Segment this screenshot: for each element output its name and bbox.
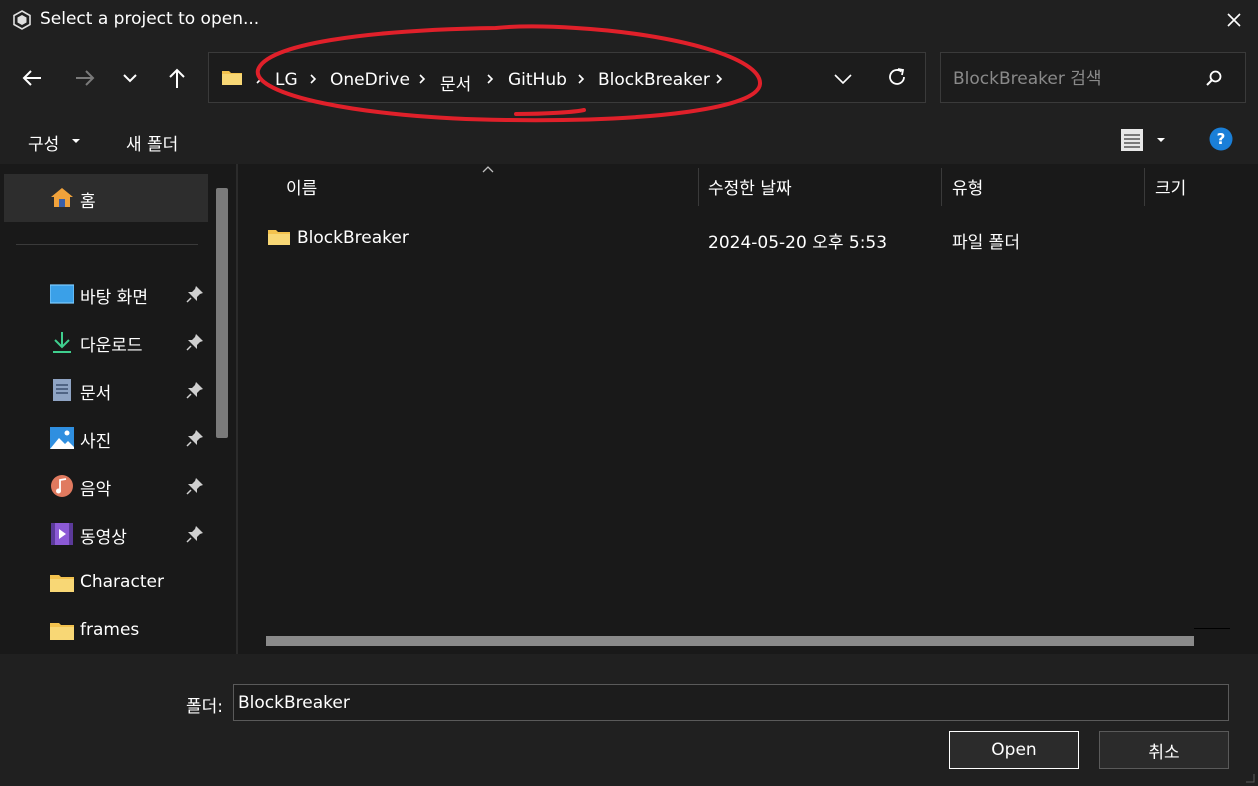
- sidebar-item-label: 다운로드: [80, 336, 143, 356]
- sidebar-item-documents[interactable]: 문서: [4, 366, 208, 414]
- cancel-button[interactable]: 취소: [1099, 731, 1229, 769]
- chevron-down-icon: [123, 74, 137, 83]
- file-modified: 2024-05-20 오후 5:53: [708, 233, 888, 253]
- unity-app-icon: [12, 10, 32, 30]
- svg-text:?: ?: [1217, 130, 1226, 148]
- address-history-button[interactable]: [833, 70, 855, 86]
- sidebar-item-label: 음악: [80, 480, 112, 500]
- scroll-corner: [1194, 628, 1230, 629]
- file-name: BlockBreaker: [297, 228, 409, 248]
- organize-menu-button[interactable]: 구성: [20, 118, 86, 164]
- search-box[interactable]: [940, 52, 1246, 103]
- caret-down-icon: [1157, 138, 1165, 142]
- column-separator[interactable]: [1144, 168, 1145, 206]
- address-bar[interactable]: LG OneDrive 문서 GitHub BlockBreaker: [208, 52, 926, 103]
- pin-icon[interactable]: [186, 477, 204, 495]
- new-folder-button[interactable]: 새 폴더: [114, 118, 194, 164]
- sidebar-item-label: frames: [80, 620, 140, 640]
- documents-icon: [53, 379, 71, 401]
- folder-label: 폴더:: [186, 697, 224, 717]
- music-icon: [51, 475, 73, 497]
- breadcrumb-documents[interactable]: 문서: [440, 70, 471, 95]
- recent-locations-button[interactable]: [112, 60, 148, 96]
- close-window-button[interactable]: [1218, 4, 1250, 36]
- download-icon: [53, 332, 71, 353]
- sidebar-item-home[interactable]: 홈: [4, 174, 208, 222]
- sidebar-item-videos[interactable]: 동영상: [4, 510, 208, 558]
- search-input[interactable]: [951, 65, 1205, 93]
- arrow-up-icon: [169, 68, 185, 88]
- column-header-modified[interactable]: 수정한 날짜: [708, 174, 792, 199]
- folder-icon: [50, 575, 74, 592]
- sidebar-item-frames[interactable]: frames: [4, 607, 208, 655]
- sidebar-item-downloads[interactable]: 다운로드: [4, 318, 208, 366]
- sidebar-item-music[interactable]: 음악: [4, 462, 208, 510]
- open-button[interactable]: Open: [949, 731, 1079, 769]
- cancel-button-label: 취소: [1148, 742, 1180, 763]
- chevron-right-icon[interactable]: [306, 72, 320, 86]
- sidebar-item-label: 사진: [80, 432, 112, 452]
- new-folder-label: 새 폴더: [126, 135, 179, 155]
- sidebar-item-label: 문서: [80, 384, 112, 404]
- file-type: 파일 폴더: [952, 233, 1020, 253]
- pictures-icon: [50, 427, 74, 449]
- back-button[interactable]: [14, 60, 50, 96]
- sidebar-item-label: 바탕 화면: [80, 288, 148, 308]
- column-header-name[interactable]: 이름: [286, 174, 317, 199]
- breadcrumb-blockbreaker[interactable]: BlockBreaker: [598, 70, 710, 90]
- desktop-icon: [50, 284, 74, 304]
- refresh-icon: [889, 68, 905, 85]
- resize-grip-icon[interactable]: [1242, 770, 1256, 784]
- pin-icon[interactable]: [186, 525, 204, 543]
- close-icon: [1227, 13, 1241, 27]
- pin-icon[interactable]: [186, 381, 204, 399]
- forward-button[interactable]: [67, 60, 103, 96]
- sidebar-item-label: Character: [80, 572, 164, 592]
- chevron-right-icon[interactable]: [712, 72, 726, 86]
- help-button[interactable]: ?: [1209, 127, 1233, 151]
- horizontal-scrollbar-thumb[interactable]: [266, 636, 1194, 646]
- sidebar-item-label: 홈: [80, 192, 96, 212]
- breadcrumb-onedrive[interactable]: OneDrive: [330, 70, 410, 90]
- chevron-right-icon[interactable]: [483, 72, 497, 86]
- folder-name-field[interactable]: [233, 684, 1229, 721]
- arrow-left-icon: [22, 70, 41, 86]
- sidebar-item-desktop[interactable]: 바탕 화면: [4, 270, 208, 318]
- help-icon: ?: [1209, 127, 1233, 151]
- folder-icon: [268, 230, 290, 245]
- column-separator[interactable]: [698, 168, 699, 206]
- column-header-size[interactable]: 크기: [1155, 174, 1186, 199]
- sidebar-scrollbar-thumb[interactable]: [216, 188, 228, 438]
- videos-icon: [51, 523, 73, 545]
- sidebar-item-pictures[interactable]: 사진: [4, 414, 208, 462]
- sidebar-item-label: 동영상: [80, 528, 127, 548]
- chevron-right-icon[interactable]: [574, 72, 588, 86]
- up-button[interactable]: [159, 60, 195, 96]
- chevron-down-icon: [834, 74, 852, 85]
- breadcrumb-lg[interactable]: LG: [275, 70, 298, 90]
- refresh-button[interactable]: [886, 66, 910, 90]
- window-title: Select a project to open...: [40, 9, 260, 29]
- search-icon: [1205, 69, 1223, 92]
- folder-icon: [50, 623, 74, 640]
- column-header-type[interactable]: 유형: [952, 174, 983, 199]
- open-button-label: Open: [991, 740, 1037, 760]
- pin-icon[interactable]: [186, 285, 204, 303]
- sidebar-item-character[interactable]: Character: [4, 559, 208, 607]
- home-icon: [51, 188, 73, 207]
- sidebar-divider: [16, 244, 198, 245]
- chevron-right-icon: [256, 74, 263, 84]
- pin-icon[interactable]: [186, 429, 204, 447]
- column-separator[interactable]: [941, 168, 942, 206]
- sort-ascending-icon: [482, 166, 494, 173]
- view-options-button[interactable]: [1118, 126, 1170, 154]
- details-view-icon: [1121, 129, 1143, 151]
- breadcrumb-github[interactable]: GitHub: [508, 70, 567, 90]
- pin-icon[interactable]: [186, 333, 204, 351]
- organize-label: 구성: [28, 135, 60, 155]
- arrow-right-icon: [76, 70, 95, 86]
- folder-icon: [221, 68, 243, 91]
- chevron-right-icon[interactable]: [415, 72, 429, 86]
- caret-down-icon: [72, 139, 80, 143]
